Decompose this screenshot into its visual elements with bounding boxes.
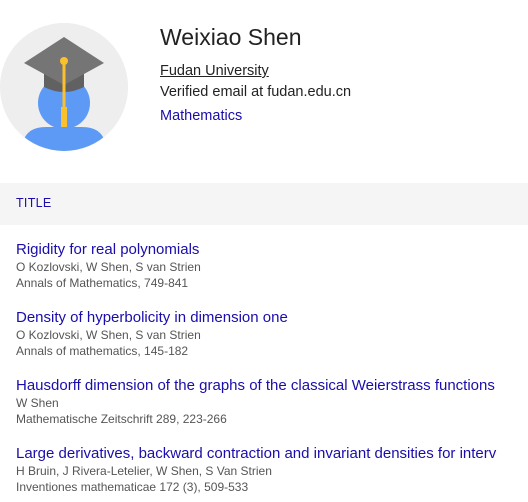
publication-row: Hausdorff dimension of the graphs of the…	[16, 377, 528, 427]
table-header: TITLE	[0, 183, 528, 225]
publication-venue: Annals of mathematics, 145-182	[16, 344, 189, 358]
publication-row: Density of hyperbolicity in dimension on…	[16, 309, 528, 359]
profile-avatar	[0, 23, 128, 151]
graduation-avatar-icon	[0, 23, 128, 151]
publication-venue: Inventiones mathematicae 172 (3), 509-53…	[16, 480, 249, 494]
publication-row: Rigidity for real polynomials O Kozlovsk…	[16, 241, 528, 291]
publication-authors: H Bruin, J Rivera-Letelier, W Shen, S Va…	[16, 464, 272, 478]
publication-venue: Mathematische Zeitschrift 289, 223-266	[16, 412, 227, 426]
publication-title-link[interactable]: Large derivatives, backward contraction …	[16, 445, 528, 463]
profile-name: Weixiao Shen	[160, 24, 302, 50]
affiliation-link[interactable]: Fudan University	[160, 63, 269, 79]
publication-venue: Annals of Mathematics, 749-841	[16, 276, 189, 290]
publication-title-link[interactable]: Rigidity for real polynomials	[16, 241, 528, 259]
publication-authors: O Kozlovski, W Shen, S van Strien	[16, 328, 201, 342]
verified-email-text: Verified email at fudan.edu.cn	[160, 84, 352, 100]
publication-authors: O Kozlovski, W Shen, S van Strien	[16, 260, 201, 274]
scholar-profile-page: Weixiao Shen Fudan University Verified e…	[0, 0, 528, 502]
publication-row: Large derivatives, backward contraction …	[16, 445, 528, 495]
publication-title-link[interactable]: Density of hyperbolicity in dimension on…	[16, 309, 528, 327]
interest-link-mathematics[interactable]: Mathematics	[160, 108, 242, 124]
sort-by-title-button[interactable]: TITLE	[16, 196, 52, 210]
publication-title-link[interactable]: Hausdorff dimension of the graphs of the…	[16, 377, 528, 395]
publication-authors: W Shen	[16, 396, 59, 410]
